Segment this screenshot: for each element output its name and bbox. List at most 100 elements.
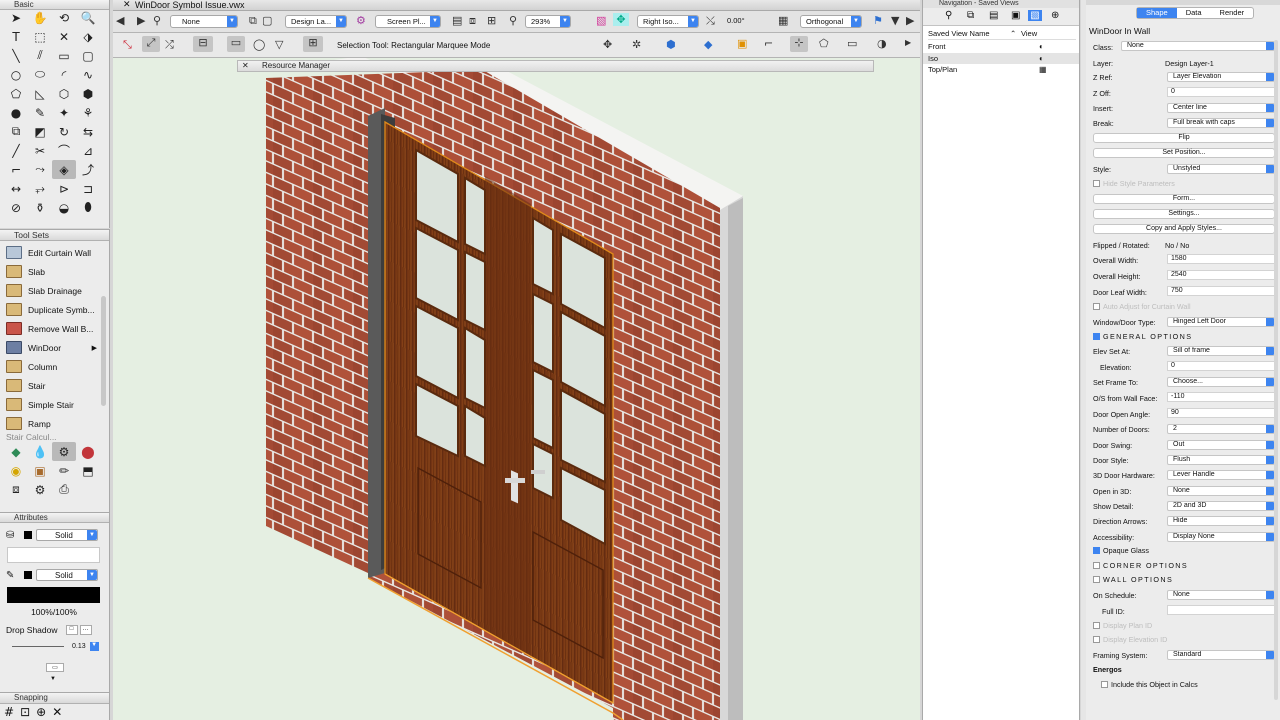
- multiple-reshape-icon[interactable]: ⤮: [165, 38, 174, 52]
- interactive-scaling-icon[interactable]: ⤢: [142, 36, 160, 52]
- polyline-tool-icon[interactable]: ⬠: [4, 84, 28, 103]
- settings-button[interactable]: Settings...: [1093, 209, 1275, 219]
- polygon-marquee-icon[interactable]: ▽: [275, 38, 283, 51]
- fillet-tool-icon[interactable]: ⌒: [52, 141, 76, 160]
- drop-shadow-options-icon[interactable]: …: [79, 625, 92, 635]
- selection-tool-icon[interactable]: ➤: [4, 8, 28, 27]
- tape-tool-icon[interactable]: ⥅: [28, 179, 52, 198]
- double-polygon-tool-icon[interactable]: ⬡: [52, 84, 76, 103]
- viewbar-more-icon[interactable]: ▼: [891, 14, 899, 27]
- freehand-tool-icon[interactable]: ∿: [76, 65, 100, 84]
- contrast-icon[interactable]: ◑: [877, 37, 887, 50]
- door-leaf-field[interactable]: 750: [1167, 286, 1275, 296]
- forward-arrow-icon[interactable]: ▶: [137, 14, 145, 27]
- reshape-tool-icon[interactable]: ◩: [28, 122, 52, 141]
- toolset-item-slab[interactable]: Slab: [0, 262, 109, 281]
- rotation-field[interactable]: 0.00°: [722, 15, 776, 28]
- saved-view-row[interactable]: Iso ◐: [923, 52, 1079, 64]
- gear-icon[interactable]: ⚙: [28, 480, 52, 499]
- spiral-tool-icon[interactable]: ●: [4, 103, 28, 122]
- dimension-tool-icon[interactable]: ✕: [52, 27, 76, 46]
- arc-tool-icon[interactable]: ◜: [52, 65, 76, 84]
- reference-icon[interactable]: ⧈: [4, 480, 28, 499]
- standard-view-select[interactable]: Right Iso... ▼: [637, 15, 699, 28]
- opaque-glass-checkbox[interactable]: Opaque Glass: [1093, 546, 1149, 555]
- nav-layers-icon[interactable]: ⧉: [967, 10, 974, 21]
- zoom-tool-icon[interactable]: 🔍: [76, 8, 100, 27]
- tab-data[interactable]: Data: [1177, 8, 1211, 18]
- toolset-item-windoor[interactable]: WinDoor ▶: [0, 338, 109, 357]
- general-options-toggle[interactable]: GENERAL OPTIONS: [1093, 332, 1192, 341]
- nav-references-icon[interactable]: ⊕: [1051, 10, 1059, 21]
- fill-style-select[interactable]: Solid ▼: [36, 529, 98, 541]
- compass-tool-icon[interactable]: ⊘: [4, 198, 28, 217]
- layer-plane-icon[interactable]: ⬠: [819, 37, 829, 50]
- toolset-item-stair[interactable]: Stair: [0, 376, 109, 395]
- pan-tool-icon[interactable]: ✋: [28, 8, 52, 27]
- obj-info-scrollbar[interactable]: [1274, 40, 1278, 700]
- protractor-tool-icon[interactable]: ⊳: [52, 179, 76, 198]
- visibility-tools-icon[interactable]: ⬢: [666, 38, 676, 51]
- toolsets-scrollbar[interactable]: [101, 296, 106, 406]
- pen-color-swatch[interactable]: [24, 571, 32, 579]
- drop-shadow-toggle[interactable]: □: [65, 625, 78, 635]
- bulb-icon[interactable]: ◉: [4, 461, 28, 480]
- toolset-item-simple-stair[interactable]: Simple Stair: [0, 395, 109, 414]
- line-tool-icon[interactable]: ╲: [4, 46, 28, 65]
- open-angle-field[interactable]: 90: [1167, 408, 1275, 418]
- set-position-button[interactable]: Set Position...: [1093, 148, 1275, 158]
- type-select[interactable]: Hinged Left Door: [1167, 317, 1275, 327]
- disable-interactive-scaling-icon[interactable]: ⤡: [123, 38, 132, 52]
- rectangle-tool-icon[interactable]: ▭: [52, 46, 76, 65]
- elev-set-select[interactable]: Sill of frame: [1167, 346, 1275, 356]
- os-field[interactable]: -110: [1167, 392, 1275, 402]
- furniture-icon[interactable]: ⚙: [52, 442, 76, 461]
- oval-tool-icon[interactable]: ⬭: [28, 65, 52, 84]
- projection-select[interactable]: Orthogonal ▼: [800, 15, 862, 28]
- building-shell-icon[interactable]: ◆: [4, 442, 28, 461]
- num-doors-select[interactable]: 2: [1167, 424, 1275, 434]
- display-plan-id-checkbox[interactable]: Display Plan ID: [1093, 621, 1152, 630]
- box-icon[interactable]: ▣: [28, 461, 52, 480]
- door-style-select[interactable]: Flush: [1167, 455, 1275, 465]
- zoom-icon[interactable]: ⚲: [509, 14, 517, 27]
- zref-select[interactable]: Layer Elevation: [1167, 72, 1275, 82]
- render-bitmap-icon[interactable]: ⬮: [76, 198, 100, 217]
- toolset-item-column[interactable]: Column: [0, 357, 109, 376]
- close-tab-icon[interactable]: ✕: [123, 0, 131, 10]
- flyover-view-icon[interactable]: ✥: [613, 13, 629, 26]
- working-plane-icon[interactable]: ⊹: [790, 36, 808, 52]
- split-tool-icon[interactable]: ╱: [4, 141, 28, 160]
- rounded-rect-tool-icon[interactable]: ▢: [76, 46, 100, 65]
- lasso-marquee-icon[interactable]: ◯: [253, 38, 265, 51]
- modebar-expand-icon[interactable]: ▶: [905, 38, 911, 47]
- rotate-tool-icon[interactable]: ↻: [52, 122, 76, 141]
- copy-apply-styles-button[interactable]: Copy and Apply Styles...: [1093, 224, 1275, 234]
- schedule-select[interactable]: None: [1167, 590, 1275, 600]
- camera-icon[interactable]: ⎙: [52, 480, 76, 499]
- include-calcs-checkbox[interactable]: Include this Object in Calcs: [1101, 680, 1198, 689]
- drawing-canvas[interactable]: [113, 58, 920, 720]
- page-icon[interactable]: ▤: [452, 14, 462, 27]
- snap-angle-icon[interactable]: ⊕: [36, 705, 46, 719]
- zoom-select[interactable]: 293% ▼: [525, 15, 571, 28]
- saved-view-row[interactable]: Top/Plan ▦: [923, 64, 1079, 76]
- flyover-tool-icon[interactable]: ⟲: [52, 8, 76, 27]
- fill-color-swatch[interactable]: [24, 531, 32, 539]
- layer-tools-icon[interactable]: ◆: [704, 38, 712, 51]
- toolset-item-duplicate-symbol[interactable]: Duplicate Symb...: [0, 300, 109, 319]
- selection-options-icon[interactable]: ⊞: [303, 36, 323, 52]
- align-icon[interactable]: ✥: [603, 38, 612, 51]
- layer-options-icon[interactable]: ▢: [262, 14, 272, 27]
- tab-render[interactable]: Render: [1211, 8, 1254, 18]
- snap-loupe-icon[interactable]: ✲: [632, 38, 641, 51]
- show-detail-select[interactable]: 2D and 3D: [1167, 501, 1275, 511]
- set-frame-select[interactable]: Choose...: [1167, 377, 1275, 387]
- layer-select[interactable]: Design La... ▼: [285, 15, 347, 28]
- nav-classes-icon[interactable]: ⚲: [945, 10, 952, 21]
- break-select[interactable]: Full break with caps: [1167, 118, 1275, 128]
- auto-adjust-checkbox[interactable]: Auto Adjust for Curtain Wall: [1093, 302, 1191, 311]
- resource-manager-bar[interactable]: ✕ Resource Manager: [237, 60, 874, 72]
- solid-icon[interactable]: ⬒: [76, 461, 100, 480]
- chamfer-tool-icon[interactable]: ⊿: [76, 141, 100, 160]
